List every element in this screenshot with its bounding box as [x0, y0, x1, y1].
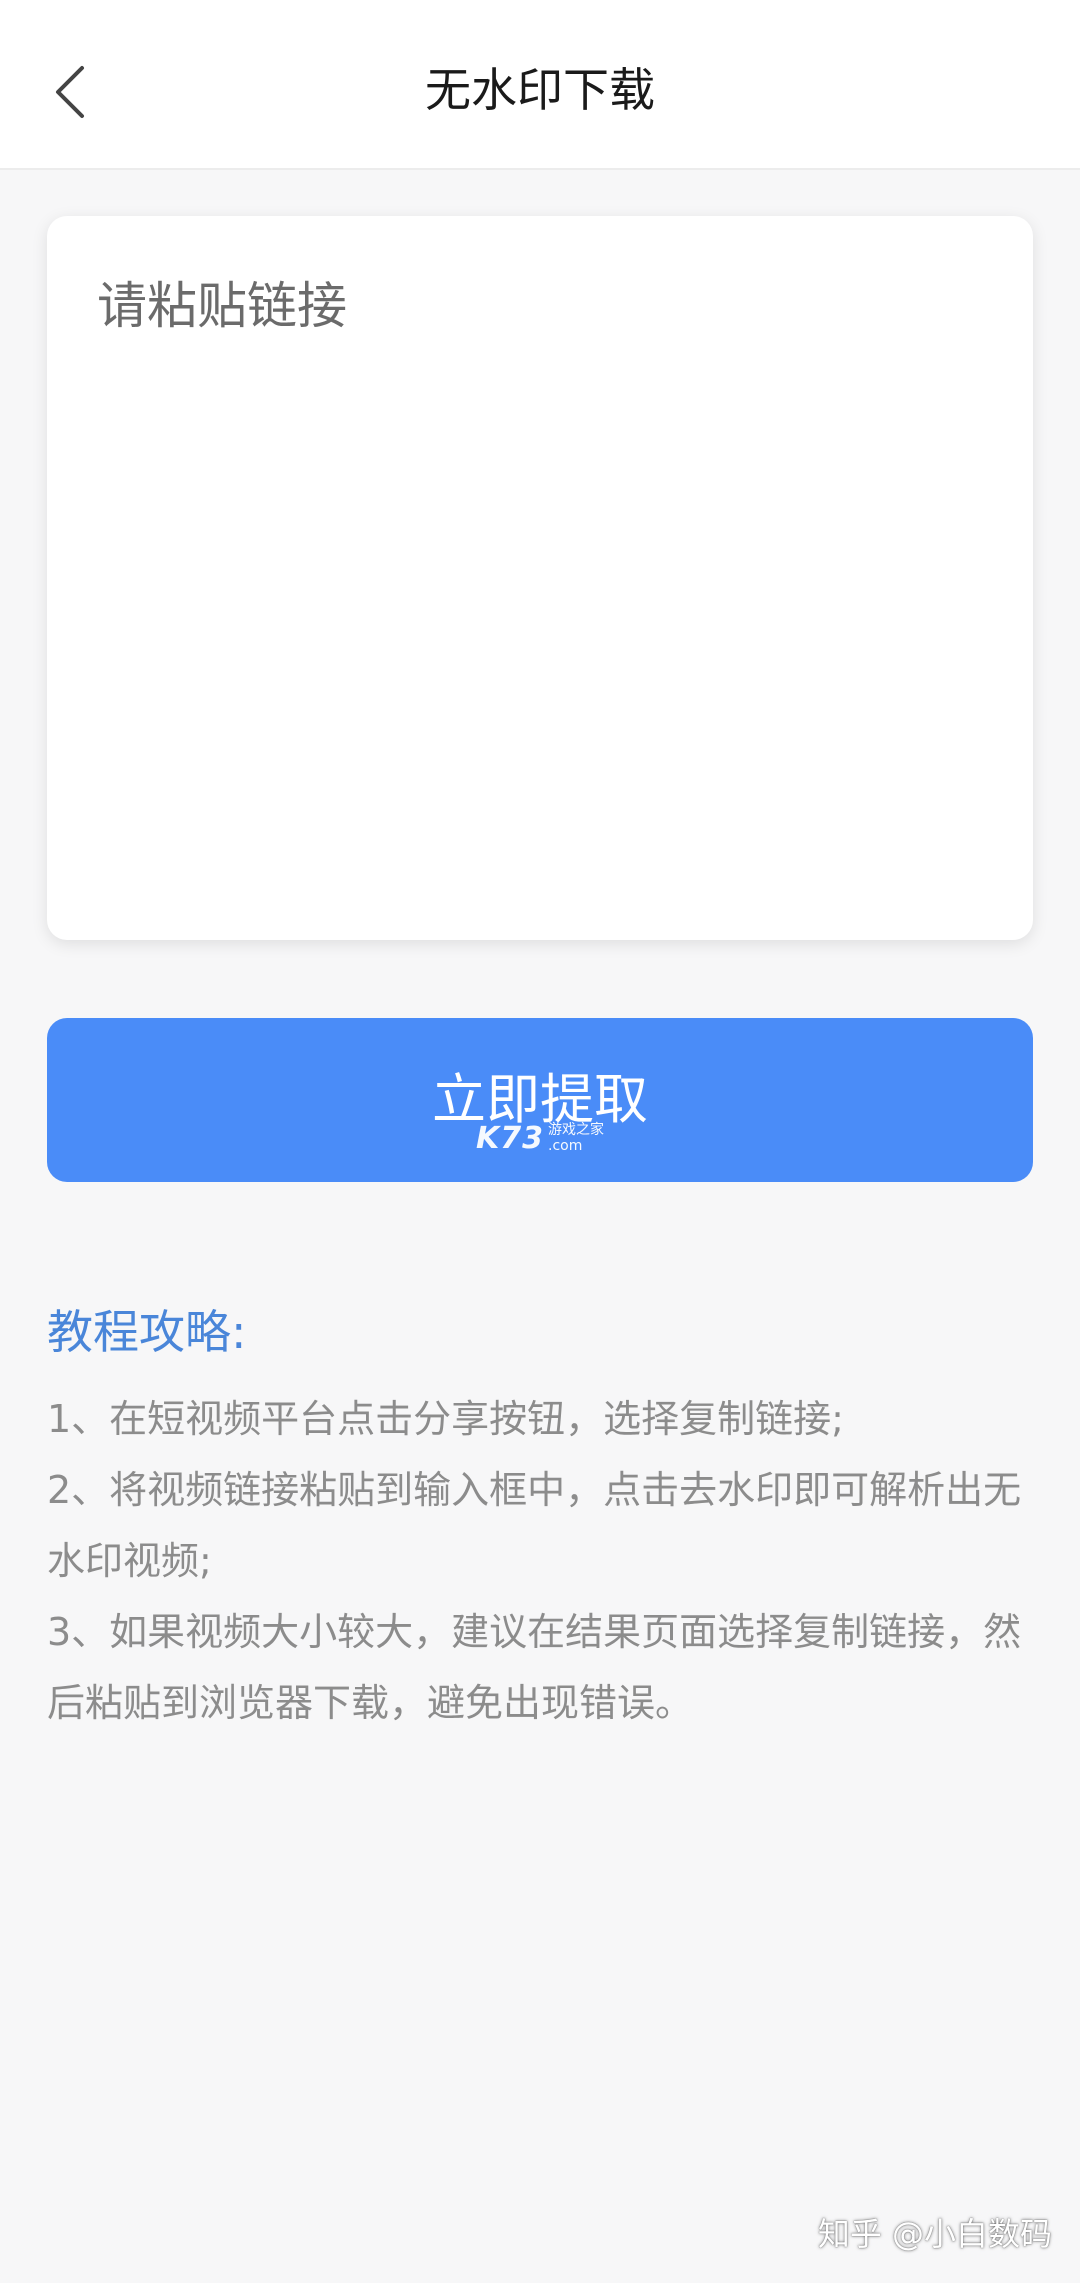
- k73-watermark: K73 游戏之家 .com: [476, 1118, 604, 1158]
- page-title: 无水印下载: [425, 63, 655, 117]
- guide-step: 3、如果视频大小较大，建议在结果页面选择复制链接，然后粘贴到浏览器下载，避免出现…: [47, 1610, 1022, 1725]
- k73-subtitle-cn: 游戏之家: [548, 1122, 604, 1138]
- guide-title: 教程攻略:: [47, 1305, 247, 1359]
- footer-watermark: 知乎 @小白数码: [817, 2215, 1052, 2253]
- link-input[interactable]: [47, 216, 1033, 940]
- top-bar: 无水印下载: [0, 0, 1080, 170]
- k73-subtitle-en: .com: [548, 1138, 583, 1154]
- guide-steps: 1、在短视频平台点击分享按钮，选择复制链接; 2、将视频链接粘贴到输入框中，点击…: [47, 1384, 1037, 1739]
- link-input-card: [47, 216, 1033, 940]
- k73-logo: K73: [476, 1120, 544, 1156]
- guide-step: 1、在短视频平台点击分享按钮，选择复制链接;: [47, 1397, 844, 1441]
- guide-step: 2、将视频链接粘贴到输入框中，点击去水印即可解析出无水印视频;: [47, 1468, 1022, 1583]
